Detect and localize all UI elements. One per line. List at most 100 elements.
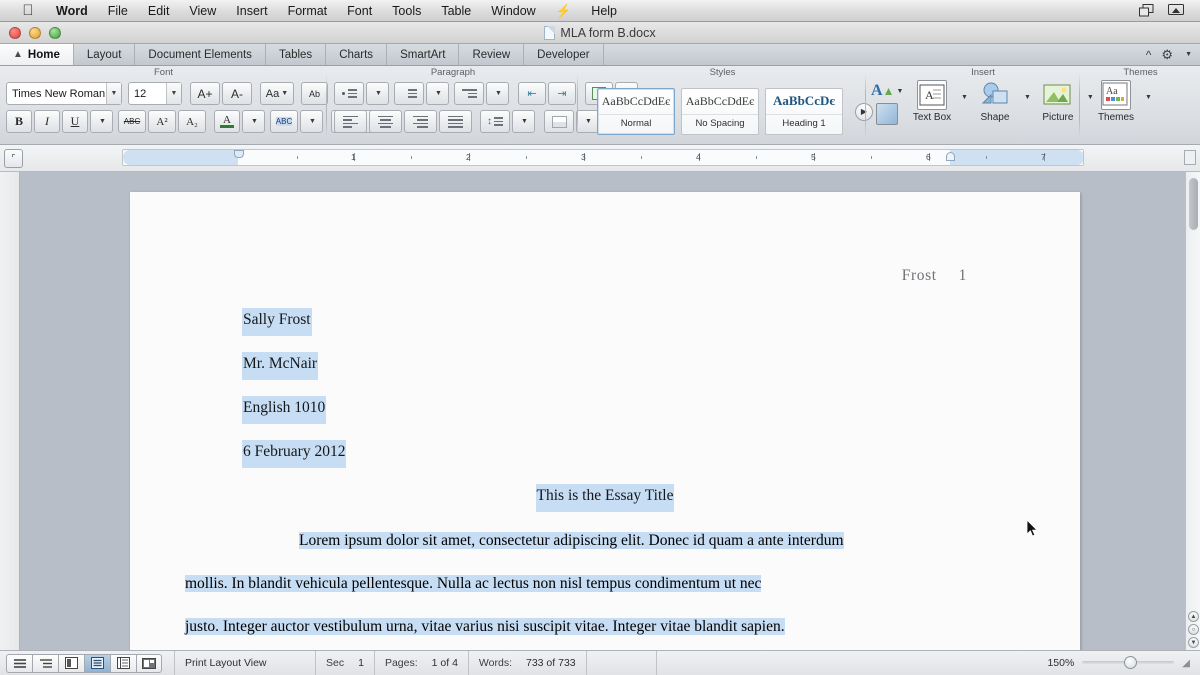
document-canvas[interactable]: Frost1 Sally Frost Mr. McNair English 10… [0, 172, 1200, 650]
publishing-layout-icon[interactable] [58, 654, 84, 673]
menu-window[interactable]: Window [481, 1, 545, 21]
tab-document-elements[interactable]: Document Elements [135, 44, 266, 65]
style-heading-1[interactable]: AaBbCcDє Heading 1 [765, 88, 843, 135]
menu-insert[interactable]: Insert [226, 1, 277, 21]
multilevel-list-button[interactable] [454, 82, 484, 105]
italic-button[interactable]: I [34, 110, 60, 133]
airplay-icon[interactable] [1168, 4, 1184, 18]
zoom-slider-knob[interactable] [1124, 656, 1137, 669]
print-layout-icon[interactable] [84, 654, 110, 673]
gear-icon[interactable]: ⚙ [1161, 47, 1173, 63]
menu-edit[interactable]: Edit [138, 1, 180, 21]
menu-word[interactable]: Word [46, 1, 98, 21]
right-indent-marker[interactable] [946, 152, 955, 161]
font-color-button[interactable]: A [214, 110, 240, 133]
numbering-options-button[interactable]: ▼ [426, 82, 449, 105]
resize-grip-icon[interactable]: ◢ [1182, 658, 1190, 669]
text-box-button[interactable]: A Text Box [909, 80, 955, 140]
document-page[interactable]: Frost1 Sally Frost Mr. McNair English 10… [130, 192, 1080, 662]
style-normal[interactable]: AaBbCcDdEє Normal [597, 88, 675, 135]
tab-smartart[interactable]: SmartArt [387, 44, 459, 65]
bullets-options-button[interactable]: ▼ [366, 82, 389, 105]
numbering-button[interactable] [394, 82, 424, 105]
justify-button[interactable] [439, 110, 472, 133]
menu-view[interactable]: View [179, 1, 226, 21]
outline-view-icon[interactable] [32, 654, 58, 673]
superscript-button[interactable]: A² [148, 110, 176, 133]
essay-title-line[interactable]: This is the Essay Title [130, 488, 1080, 532]
tab-charts[interactable]: Charts [326, 44, 387, 65]
paragraph-line-1[interactable]: Lorem ipsum dolor sit amet, consectetur … [242, 532, 968, 575]
menu-table[interactable]: Table [431, 1, 481, 21]
menu-help[interactable]: Help [581, 1, 627, 21]
menu-script-icon[interactable]: ⚡ [546, 1, 582, 21]
menu-format[interactable]: Format [278, 1, 338, 21]
clear-formatting-button[interactable]: Ab [301, 82, 328, 105]
vertical-scrollbar[interactable]: ▲ ○ ▼ [1185, 172, 1200, 650]
mla-line-name[interactable]: Sally Frost [242, 312, 1080, 356]
highlight-options-button[interactable]: ▼ [300, 110, 323, 133]
tab-stop-icon[interactable]: ⌜ [4, 149, 23, 168]
shading-button[interactable] [544, 110, 574, 133]
document-body[interactable]: Sally Frost Mr. McNair English 1010 6 Fe… [130, 312, 1080, 661]
chevron-down-icon[interactable]: ▼ [1185, 51, 1192, 58]
notebook-layout-icon[interactable] [110, 654, 136, 673]
vertical-scrollbar-thumb[interactable] [1189, 178, 1198, 230]
change-case-button[interactable]: Aa ▼ [260, 82, 294, 105]
bold-button[interactable]: B [6, 110, 32, 133]
shape-button[interactable]: Shape [972, 80, 1018, 140]
horizontal-ruler[interactable]: 1 2 3 4 5 6 7 [122, 149, 1084, 166]
subscript-button[interactable]: A₂ [178, 110, 206, 133]
mla-line-instructor[interactable]: Mr. McNair [242, 356, 1080, 400]
align-left-button[interactable] [334, 110, 367, 133]
mla-line-course[interactable]: English 1010 [242, 400, 1080, 444]
chevron-up-icon[interactable]: ^ [1146, 48, 1152, 62]
underline-options-button[interactable]: ▼ [90, 110, 113, 133]
menu-font[interactable]: Font [337, 1, 382, 21]
menu-file[interactable]: File [98, 1, 138, 21]
mirror-icon[interactable] [1138, 4, 1154, 18]
tab-review[interactable]: Review [459, 44, 524, 65]
multilevel-options-button[interactable]: ▼ [486, 82, 509, 105]
apple-logo-icon[interactable]:  [20, 3, 36, 19]
decrease-indent-button[interactable]: ⇤ [518, 82, 546, 105]
font-name-combo[interactable]: Times New Roman ▼ [6, 82, 122, 105]
themes-options-icon[interactable]: ▼ [1145, 94, 1152, 101]
underline-button[interactable]: U [62, 110, 88, 133]
line-spacing-button[interactable]: ↕ [480, 110, 510, 133]
chevron-down-icon[interactable]: ▼ [166, 83, 181, 104]
tab-tables[interactable]: Tables [266, 44, 326, 65]
next-page-icon[interactable]: ▼ [1188, 637, 1199, 648]
style-no-spacing[interactable]: AaBbCcDdEє No Spacing [681, 88, 759, 135]
strikethrough-button[interactable]: ABC [118, 110, 146, 133]
right-margin-zone[interactable] [950, 150, 1084, 165]
mla-line-date[interactable]: 6 February 2012 [242, 444, 1080, 488]
chevron-down-icon[interactable]: ▼ [281, 90, 288, 97]
line-spacing-options-button[interactable]: ▼ [512, 110, 535, 133]
font-color-options-button[interactable]: ▼ [242, 110, 265, 133]
themes-button[interactable]: Aa Themes [1093, 80, 1139, 140]
wordart-icon[interactable]: A ▲ ▼ [871, 82, 903, 100]
draft-view-icon[interactable] [6, 654, 32, 673]
align-center-button[interactable] [369, 110, 402, 133]
text-box-options-icon[interactable]: ▼ [961, 94, 968, 101]
increase-indent-button[interactable]: ⇥ [548, 82, 576, 105]
font-size-combo[interactable]: 12 ▼ [128, 82, 182, 105]
full-screen-icon[interactable] [136, 654, 162, 673]
tab-layout[interactable]: Layout [74, 44, 136, 65]
shape-options-icon[interactable]: ▼ [1024, 94, 1031, 101]
tab-developer[interactable]: Developer [524, 44, 603, 65]
body-paragraph[interactable]: Lorem ipsum dolor sit amet, consectetur … [130, 532, 1080, 661]
ruler-end-icon[interactable] [1184, 150, 1196, 165]
bullets-button[interactable] [334, 82, 364, 105]
shrink-font-button[interactable]: A- [222, 82, 252, 105]
align-right-button[interactable] [404, 110, 437, 133]
menu-tools[interactable]: Tools [382, 1, 431, 21]
tab-home[interactable]: ▲ Home [0, 44, 74, 65]
first-line-indent-marker[interactable] [234, 150, 244, 158]
left-margin-zone[interactable] [123, 150, 238, 165]
chevron-down-icon[interactable]: ▼ [106, 83, 121, 104]
picture-button[interactable]: Picture [1035, 80, 1081, 140]
grow-font-button[interactable]: A+ [190, 82, 220, 105]
highlight-button[interactable]: ABC [270, 110, 298, 133]
